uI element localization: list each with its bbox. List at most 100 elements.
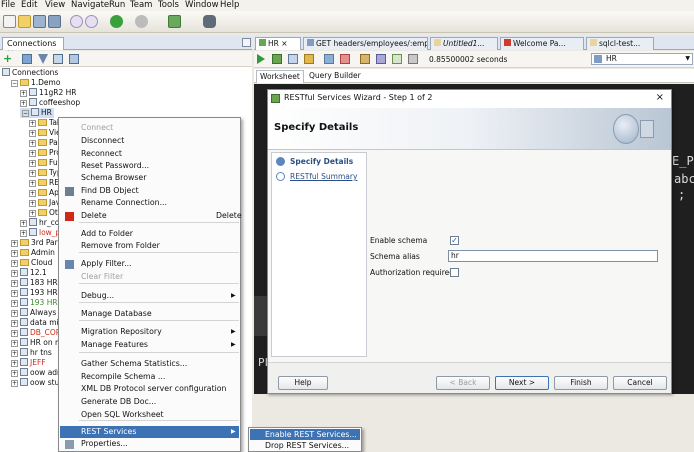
menu-item-clear-filter[interactable]: Clear Filter (81, 271, 123, 283)
doc-tab-untitled[interactable]: Untitled1... (430, 37, 498, 50)
new-icon[interactable] (3, 15, 16, 28)
menu-item-debug[interactable]: Debug... (81, 290, 114, 302)
step-restful-summary[interactable]: RESTful Summary (290, 172, 357, 181)
close-icon[interactable]: × (656, 92, 664, 103)
expand-toggle-icon[interactable]: + (20, 220, 27, 227)
doc-tab-rest-get[interactable]: GET headers/employees/:emplow/... (303, 37, 428, 50)
tab-query-builder[interactable]: Query Builder (306, 70, 364, 83)
menu-view[interactable]: View (45, 0, 65, 10)
unshared-icon[interactable] (408, 54, 418, 64)
expand-toggle-icon[interactable]: + (29, 180, 36, 187)
back-icon[interactable] (110, 15, 123, 28)
step-specify-details[interactable]: Specify Details (290, 157, 353, 166)
next-button[interactable]: Next > (495, 376, 549, 390)
back-button[interactable]: < Back (436, 376, 490, 390)
autotrace-icon[interactable] (288, 54, 298, 64)
connections-tab[interactable]: Connections × (2, 37, 64, 57)
menu-item-add-to-folder[interactable]: Add to Folder (81, 228, 133, 240)
expand-toggle-icon[interactable]: + (20, 100, 27, 107)
filter-icon[interactable] (38, 54, 48, 64)
enable-schema-checkbox[interactable]: ✓ (450, 236, 459, 245)
tree-node[interactable]: +11gR2 HR (20, 88, 77, 98)
menu-help[interactable]: Help (220, 0, 239, 10)
history-icon[interactable] (392, 54, 402, 64)
tree-node[interactable]: + Admin (11, 248, 55, 258)
menu-item-connect[interactable]: Connect (81, 122, 113, 134)
tree-node[interactable]: − HR (20, 108, 54, 118)
refresh-icon[interactable] (22, 54, 32, 64)
expand-toggle-icon[interactable]: + (29, 170, 36, 177)
menu-item-gather-schema-statistics[interactable]: Gather Schema Statistics... (81, 358, 187, 370)
schema-alias-input[interactable]: hr (448, 250, 658, 262)
menu-item-rest-services[interactable]: REST Services (60, 426, 239, 438)
expand-toggle-icon[interactable]: + (11, 330, 18, 337)
finish-button[interactable]: Finish (554, 376, 608, 390)
expand-toggle-icon[interactable]: + (29, 200, 36, 207)
minimize-icon[interactable] (242, 38, 251, 47)
menu-item-generate-db-doc[interactable]: Generate DB Doc... (81, 396, 156, 408)
expand-toggle-icon[interactable]: + (11, 270, 18, 277)
save-all-icon[interactable] (48, 15, 61, 28)
menu-item-schema-browser[interactable]: Schema Browser (81, 172, 146, 184)
doc-tab-hr[interactable]: HR × (255, 37, 301, 50)
menu-item-recompile-schema[interactable]: Recompile Schema ... (81, 371, 165, 383)
menu-item-properties[interactable]: Properties... (81, 438, 128, 450)
expand-toggle-icon[interactable]: + (11, 310, 18, 317)
run-statement-icon[interactable] (257, 54, 265, 64)
menu-item-apply-filter[interactable]: Apply Filter... (81, 258, 132, 270)
connection-select[interactable]: HR ▼ (591, 53, 693, 65)
menu-item-reconnect[interactable]: Reconnect (81, 148, 122, 160)
tree-node[interactable]: + Cloud (11, 258, 52, 268)
expand-toggle-icon[interactable]: + (11, 360, 18, 367)
expand-toggle-icon[interactable]: + (11, 280, 18, 287)
expand-toggle-icon[interactable]: − (22, 110, 29, 117)
expand-toggle-icon[interactable]: + (11, 250, 18, 257)
menu-item-open-sql-worksheet[interactable]: Open SQL Worksheet (81, 409, 164, 421)
expand-toggle-icon[interactable]: − (11, 80, 18, 87)
menu-item-reset-password[interactable]: Reset Password... (81, 160, 149, 172)
tree-node[interactable]: + coffeeshop (20, 98, 80, 108)
menu-item-find-db-object[interactable]: Find DB Object (81, 185, 139, 197)
save-icon[interactable] (33, 15, 46, 28)
tab-worksheet[interactable]: Worksheet (256, 70, 304, 83)
tree-node[interactable]: + hr tns (11, 348, 52, 358)
expand-toggle-icon[interactable]: + (20, 230, 27, 237)
expand-toggle-icon[interactable]: + (11, 320, 18, 327)
expand-toggle-icon[interactable]: + (29, 130, 36, 137)
menu-item-rename-connection[interactable]: Rename Connection... (81, 197, 167, 209)
help-button[interactable]: Help (278, 376, 328, 390)
menu-file[interactable]: File (1, 0, 15, 10)
menu-tools[interactable]: Tools (158, 0, 179, 10)
menu-item-manage-features[interactable]: Manage Features (81, 339, 148, 351)
expand-toggle-icon[interactable]: + (11, 290, 18, 297)
explain-plan-icon[interactable] (304, 54, 314, 64)
doc-tab-welcome[interactable]: Welcome Pa... (500, 37, 584, 50)
expand-toggle-icon[interactable]: + (11, 380, 18, 387)
menu-navigate[interactable]: Navigate (71, 0, 109, 10)
tree-node[interactable]: +3rd Party (11, 238, 65, 248)
expand-toggle-icon[interactable]: + (11, 350, 18, 357)
expand-toggle-icon[interactable]: + (11, 370, 18, 377)
tree-node[interactable]: + DB_COPY (11, 328, 65, 338)
import-icon[interactable] (69, 54, 79, 64)
tree-node[interactable]: +12.1 (11, 268, 47, 278)
enable-rest-services-item[interactable]: Enable REST Services... (250, 429, 360, 440)
menu-item-xml-db-protocol-server-configuration[interactable]: XML DB Protocol server configuration (81, 383, 227, 395)
menu-item-delete[interactable]: Delete (81, 210, 107, 222)
redo-icon[interactable] (85, 15, 98, 28)
menu-item-disconnect[interactable]: Disconnect (81, 135, 124, 147)
expand-toggle-icon[interactable]: + (29, 150, 36, 157)
open-icon[interactable] (18, 15, 31, 28)
format-icon[interactable] (360, 54, 370, 64)
rollback-icon[interactable] (340, 54, 350, 64)
menu-team[interactable]: Team (130, 0, 152, 10)
add-connection-icon[interactable]: + (3, 53, 12, 64)
authorization-required-checkbox[interactable] (450, 268, 459, 277)
expand-toggle-icon[interactable]: + (29, 120, 36, 127)
cancel-button[interactable]: Cancel (613, 376, 667, 390)
tree-node[interactable]: + JEFF (11, 358, 46, 368)
menu-run[interactable]: Run (109, 0, 125, 10)
expand-toggle-icon[interactable]: + (11, 340, 18, 347)
run-script-icon[interactable] (272, 54, 282, 64)
undo-icon[interactable] (70, 15, 83, 28)
